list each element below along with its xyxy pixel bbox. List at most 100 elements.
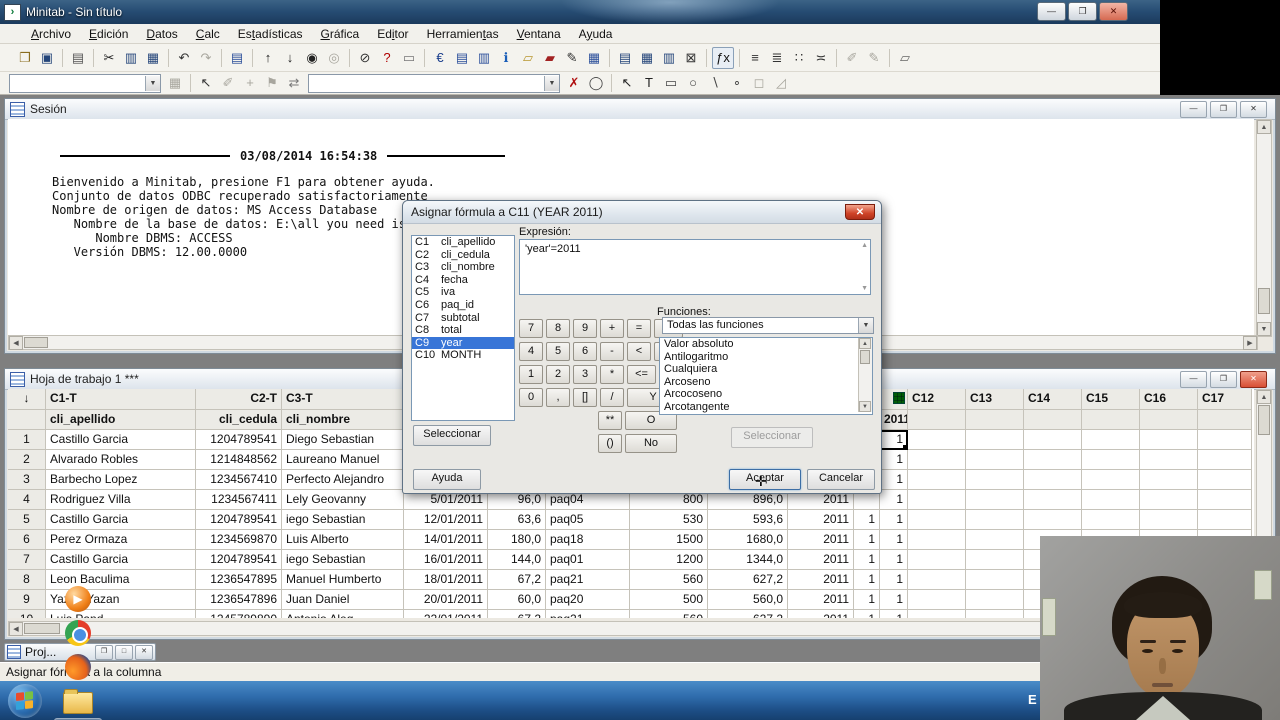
worksheet-cell[interactable]: 67,2 <box>488 610 546 618</box>
cut-icon[interactable]: ✂ <box>99 48 119 68</box>
restore-button[interactable]: ❐ <box>1068 2 1097 21</box>
worksheet-cell[interactable] <box>1198 510 1252 530</box>
worksheet-cell[interactable]: 63,6 <box>488 510 546 530</box>
worksheet-cell[interactable]: iego Sebastian <box>282 510 404 530</box>
worksheet-cell[interactable]: 1 <box>854 570 880 590</box>
menu-editor[interactable]: Editor <box>368 25 417 43</box>
worksheet-cell[interactable]: 1 <box>880 550 908 570</box>
worksheet-cell[interactable]: Castillo Garcia <box>46 430 196 450</box>
worksheet-cell[interactable] <box>1082 450 1140 470</box>
calc-button-**[interactable]: ** <box>598 411 622 430</box>
worksheet-cell[interactable]: 593,6 <box>708 510 788 530</box>
worksheet-cell[interactable] <box>966 590 1024 610</box>
worksheet-cell[interactable]: Barbecho Lopez <box>46 470 196 490</box>
worksheet-cell[interactable]: 9 <box>8 590 46 610</box>
function-item[interactable]: Arcotangente <box>660 401 872 414</box>
worksheet-cell[interactable]: paq20 <box>546 590 630 610</box>
worksheet-cell[interactable]: 67,2 <box>488 570 546 590</box>
menu-datos[interactable]: Datos <box>137 25 186 43</box>
worksheet-header-cell[interactable]: C1-T <box>46 389 196 410</box>
worksheet-header-cell[interactable]: C2-T <box>196 389 282 410</box>
show-worksheet-icon[interactable]: ▥ <box>474 48 494 68</box>
worksheet-cell[interactable]: 5 <box>8 510 46 530</box>
help-button[interactable]: Ayuda <box>413 469 481 490</box>
scroll-down-icon[interactable]: ▼ <box>861 285 868 292</box>
worksheet-cell[interactable]: 1234567410 <box>196 470 282 490</box>
worksheet-cell[interactable]: 560 <box>630 610 708 618</box>
flag-icon[interactable]: ⚑ <box>262 73 282 93</box>
worksheet-cell[interactable]: 1 <box>880 590 908 610</box>
worksheet-cell[interactable]: 627,2 <box>708 610 788 618</box>
worksheet-cell[interactable]: 1 <box>880 570 908 590</box>
worksheet-cell[interactable]: Alvarado Robles <box>46 450 196 470</box>
worksheet-cell[interactable] <box>1024 510 1082 530</box>
worksheet-header-cell[interactable]: C13 <box>966 389 1024 410</box>
open-file-icon[interactable]: ❐ <box>15 48 35 68</box>
worksheet-cell[interactable] <box>966 450 1024 470</box>
show-related-icon[interactable]: ▦ <box>584 48 604 68</box>
worksheet-cell[interactable]: 1 <box>880 610 908 618</box>
show-history-icon[interactable]: ▱ <box>518 48 538 68</box>
show-session-icon[interactable]: ▤ <box>452 48 472 68</box>
dialog-column-C1[interactable]: C1 cli_apellido <box>412 236 514 249</box>
worksheet-cell[interactable]: 6 <box>8 530 46 550</box>
rect-tool-icon[interactable]: ▭ <box>661 73 681 93</box>
worksheet-cell[interactable]: 3 <box>8 470 46 490</box>
worksheet-cell[interactable]: Luis Alberto <box>282 530 404 550</box>
worksheet-cell[interactable]: Manuel Humberto <box>282 570 404 590</box>
change-data-type-icon[interactable]: ≍ <box>811 48 831 68</box>
calc-button-0[interactable]: 0 <box>519 388 543 407</box>
close-button[interactable]: ✕ <box>1099 2 1128 21</box>
worksheet-header-cell[interactable] <box>966 410 1024 430</box>
dialog-column-C10[interactable]: C10 MONTH <box>412 349 514 362</box>
brush-tool-icon[interactable]: ✐ <box>218 73 238 93</box>
worksheet-cell[interactable]: 1 <box>854 550 880 570</box>
worksheet-restore-button[interactable]: ❐ <box>1210 371 1237 388</box>
show-graphs-icon[interactable]: ▰ <box>540 48 560 68</box>
format-combobox[interactable]: ▼ <box>9 73 161 93</box>
worksheet-cell[interactable] <box>966 490 1024 510</box>
worksheet-cell[interactable]: 560 <box>630 570 708 590</box>
dialog-column-C2[interactable]: C2 cli_cedula <box>412 249 514 262</box>
worksheet-cell[interactable]: Perez Ormaza <box>46 530 196 550</box>
worksheet-header-cell[interactable]: 2011 <box>880 410 908 430</box>
worksheet-cell[interactable]: Lely Geovanny <box>282 490 404 510</box>
worksheet-cell[interactable] <box>1024 470 1082 490</box>
zoom-icon[interactable]: ◯ <box>586 73 606 93</box>
worksheet-cell[interactable]: 1200 <box>630 550 708 570</box>
worksheet-cell[interactable] <box>1198 490 1252 510</box>
calc-button-<=[interactable]: <= <box>627 365 656 384</box>
calc-button-3[interactable]: 3 <box>573 365 597 384</box>
worksheet-cell[interactable] <box>1082 510 1140 530</box>
worksheet-cell[interactable]: 1236547896 <box>196 590 282 610</box>
taskbar-chrome-icon[interactable] <box>54 616 102 650</box>
worksheet-cell[interactable]: 1 <box>880 490 908 510</box>
worksheet-cell[interactable]: 1204789541 <box>196 550 282 570</box>
dialog-column-C5[interactable]: C5 iva <box>412 286 514 299</box>
worksheet-cell[interactable]: 144,0 <box>488 550 546 570</box>
session-vscrollbar[interactable]: ▲ ▼ <box>1256 119 1272 337</box>
worksheet-cell[interactable]: 7 <box>8 550 46 570</box>
marker-tool-icon[interactable]: ∘ <box>727 73 747 93</box>
worksheet-cell[interactable]: 4 <box>8 490 46 510</box>
worksheet-header-cell[interactable] <box>880 389 908 410</box>
calc-button-[][interactable]: [] <box>573 388 597 407</box>
select-column-button[interactable]: Seleccionar <box>413 425 491 446</box>
worksheet-header-cell[interactable]: cli_apellido <box>46 410 196 430</box>
worksheet-cell[interactable]: iego Sebastian <box>282 550 404 570</box>
worksheet-grid-icon[interactable]: ▦ <box>637 48 657 68</box>
worksheet-cell[interactable]: Diego Sebastian <box>282 430 404 450</box>
calc-button--[interactable]: - <box>600 342 624 361</box>
session-close-button[interactable]: ✕ <box>1240 101 1267 118</box>
worksheet-cell[interactable]: 1204789541 <box>196 430 282 450</box>
find-icon[interactable]: ◉ <box>302 48 322 68</box>
text-tool-icon[interactable]: T <box>639 73 659 93</box>
standardize-icon[interactable]: ≡ <box>745 48 765 68</box>
worksheet-cell[interactable]: 1234567411 <box>196 490 282 510</box>
menu-archivo[interactable]: Archivo <box>22 25 80 43</box>
calc-button-,[interactable]: , <box>546 388 570 407</box>
worksheet-cell[interactable]: 2011 <box>788 510 854 530</box>
worksheet-header-cell[interactable]: C12 <box>908 389 966 410</box>
brush-large-icon[interactable]: ✐ <box>842 48 862 68</box>
taskbar-explorer-icon[interactable] <box>54 684 102 718</box>
